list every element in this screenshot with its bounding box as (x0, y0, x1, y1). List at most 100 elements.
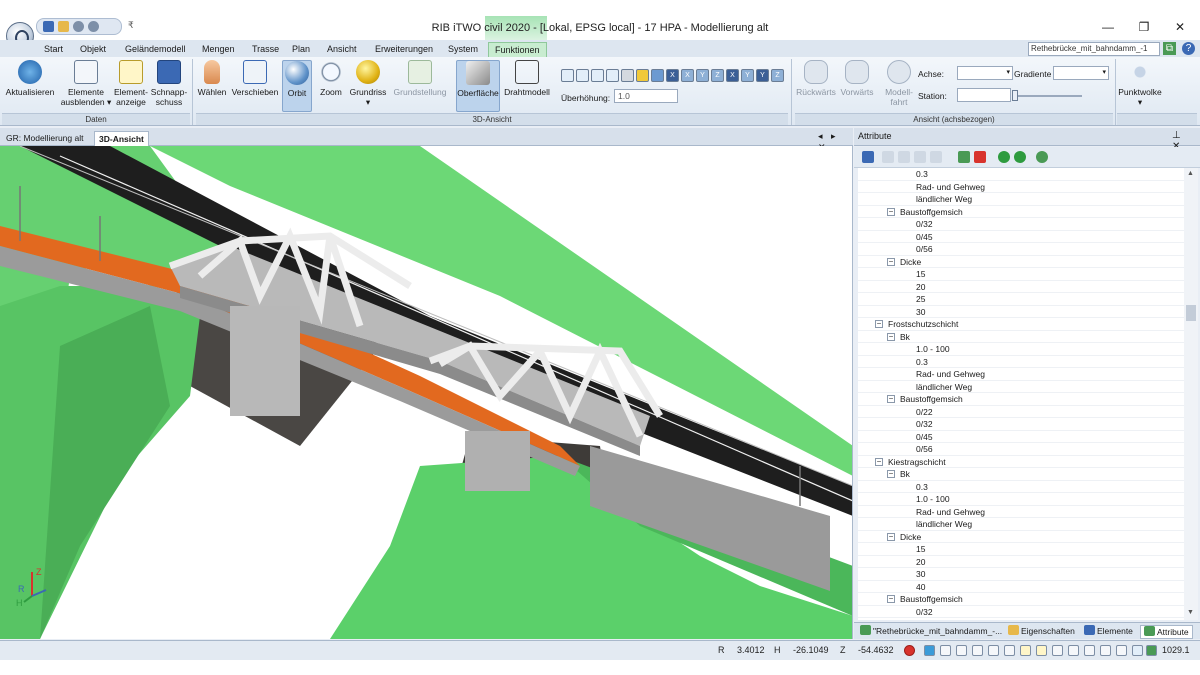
attribute-tree-row[interactable]: 0.3 (858, 356, 1184, 368)
attribute-tree-row[interactable]: 0/45 (858, 231, 1184, 243)
attribute-tree-row[interactable]: 20 (858, 556, 1184, 568)
attribute-tree-row[interactable]: Rad- und Gehweg (858, 368, 1184, 381)
tree-collapse-icon[interactable]: − (887, 332, 895, 341)
tree-collapse-icon[interactable]: − (887, 395, 895, 403)
attribute-tree-row[interactable]: − Kiestragschicht (858, 456, 1184, 468)
punktwolke-button[interactable]: Punktwolke ▾ (1117, 60, 1163, 107)
snap-perpendicular-icon[interactable] (1004, 645, 1015, 656)
refresh-icon[interactable] (1014, 151, 1026, 163)
tree-collapse-icon[interactable]: − (887, 595, 895, 603)
attribute-tree-row[interactable]: 0/45 (858, 431, 1184, 443)
texture-icon[interactable] (651, 69, 664, 82)
tree-collapse-icon[interactable]: − (875, 320, 883, 328)
zoom-scale-icon[interactable] (1146, 645, 1157, 656)
attribute-tree-row[interactable]: 25 (858, 293, 1184, 306)
view-x-back-icon[interactable]: X (726, 69, 739, 82)
snap-grid-icon[interactable] (924, 645, 935, 656)
achse-select[interactable]: ▾ (957, 66, 1013, 80)
layer-lock-icon[interactable] (1036, 645, 1047, 656)
window-arrange-icon[interactable]: ⧉ (1163, 42, 1176, 55)
add-attribute-icon[interactable] (882, 151, 894, 163)
waehlen-button[interactable]: Wählen (196, 60, 228, 97)
tree-collapse-icon[interactable]: − (887, 470, 895, 478)
attribute-tree-row[interactable]: − Bk (858, 468, 1184, 481)
zoom-all-icon[interactable] (606, 69, 619, 82)
attribute-scrollbar[interactable]: ▲ ▼ (1184, 168, 1198, 620)
attribute-tree-row[interactable]: 30 (858, 306, 1184, 318)
view-z-icon[interactable]: Z (711, 69, 724, 82)
shade-icon[interactable] (636, 69, 649, 82)
attribute-tree-row[interactable]: 0/32 (858, 606, 1184, 618)
view-negative-x-icon[interactable]: X (681, 69, 694, 82)
attribute-tree-row[interactable]: 0/56 (858, 243, 1184, 256)
polar-icon[interactable] (1068, 645, 1079, 656)
tree-collapse-icon[interactable]: − (875, 457, 883, 466)
attribute-tree-row[interactable]: ländlicher Weg (858, 381, 1184, 393)
attribute-tree-row[interactable]: − Frostschutzschicht (858, 318, 1184, 331)
layer-icon[interactable] (1020, 645, 1031, 656)
panel-tab-elemente[interactable]: Elemente (1084, 625, 1133, 639)
attribute-tree-row[interactable]: − Baustoffgemsich (858, 593, 1184, 606)
document-selector[interactable]: Rethebrücke_mit_bahndamm_-1 (1028, 42, 1160, 56)
attribute-tree-row[interactable]: 0.3 (858, 168, 1184, 181)
help-icon[interactable]: ? (1182, 42, 1195, 55)
verschieben-button[interactable]: Verschieben (230, 60, 280, 97)
tab-funktionen[interactable]: Funktionen (488, 42, 547, 57)
print-icon[interactable] (1132, 645, 1143, 656)
copy-attribute-icon[interactable] (930, 151, 942, 163)
add-child-icon[interactable] (898, 151, 910, 163)
elemente-ausblenden-button[interactable]: Elemente ausblenden ▾ (58, 60, 114, 107)
panel-tab-project[interactable]: "Rethebrücke_mit_bahndamm_-... (860, 625, 1002, 639)
tree-collapse-icon[interactable]: − (887, 207, 895, 216)
ueberhoehung-input[interactable]: 1.0 (614, 89, 678, 103)
attribute-tree-row[interactable]: 40 (858, 581, 1184, 593)
tree-collapse-icon[interactable]: − (887, 532, 895, 541)
panel-tab-eigenschaften[interactable]: Eigenschaften (1008, 625, 1075, 639)
attribute-tree-row[interactable]: 30 (858, 568, 1184, 581)
tab-ansicht[interactable]: Ansicht (327, 42, 357, 57)
attribute-tree-row[interactable]: 0.3 (858, 481, 1184, 493)
tab-start[interactable]: Start (44, 42, 63, 57)
aktualisieren-button[interactable]: Aktualisieren (4, 60, 56, 97)
attribute-tree-row[interactable]: 0/32 (858, 218, 1184, 231)
move-up-icon[interactable] (974, 151, 986, 163)
tab-mengen[interactable]: Mengen (202, 42, 235, 57)
attribute-tree-row[interactable]: 15 (858, 543, 1184, 556)
tab-erweiterungen[interactable]: Erweiterungen (375, 42, 433, 57)
scroll-down-icon[interactable]: ▼ (1187, 609, 1194, 616)
gradiente-select[interactable]: ▾ (1053, 66, 1109, 80)
station-slider-thumb[interactable] (1012, 90, 1018, 101)
grid-icon[interactable] (621, 69, 634, 82)
zoom-button[interactable]: Zoom (316, 60, 346, 97)
attribute-tree-row[interactable]: Rad- und Gehweg (858, 181, 1184, 193)
attribute-tree-row[interactable]: Rad- und Gehweg (858, 506, 1184, 518)
attribute-tree-row[interactable]: 0/56 (858, 443, 1184, 456)
attribute-tree-row[interactable]: − Dicke (858, 531, 1184, 543)
tab-trasse[interactable]: Trasse (252, 42, 279, 57)
check-icon[interactable] (998, 151, 1010, 163)
grundriss-button[interactable]: Grundriss ▾ (348, 60, 388, 107)
attribute-tree-row[interactable]: − Baustoffgemsich (858, 206, 1184, 218)
tab-3d-ansicht[interactable]: 3D-Ansicht (94, 131, 149, 146)
attribute-tree-row[interactable]: 1.0 - 100 (858, 343, 1184, 356)
schnappschuss-button[interactable]: Schnapp- schuss (150, 60, 188, 107)
view-z-top-icon[interactable]: Z (771, 69, 784, 82)
tracking-icon[interactable] (1100, 645, 1111, 656)
move-down-icon[interactable] (958, 151, 970, 163)
dimension-icon[interactable] (1116, 645, 1127, 656)
tab-grundriss-modellierung[interactable]: GR: Modellierung alt (2, 131, 87, 146)
tab-gelaendemodell[interactable]: Geländemodell (125, 42, 186, 57)
attribute-tree-row[interactable]: − Dicke (858, 256, 1184, 268)
attribute-tree-row[interactable]: − Bk (858, 331, 1184, 343)
attribute-tree-row[interactable]: 0/32 (858, 418, 1184, 431)
drahtmodell-button[interactable]: Drahtmodell (502, 60, 552, 97)
attribute-tree-row[interactable]: 20 (858, 281, 1184, 293)
snap-intersection-icon[interactable] (988, 645, 999, 656)
view-y-icon[interactable]: Y (696, 69, 709, 82)
attribute-tree-row[interactable]: − Baustoffgemsich (858, 393, 1184, 406)
save-attributes-icon[interactable] (862, 151, 874, 163)
stop-icon[interactable] (904, 645, 915, 656)
close-button[interactable]: ✕ (1168, 18, 1192, 36)
zoom-in-icon[interactable] (561, 69, 574, 82)
tab-objekt[interactable]: Objekt (80, 42, 106, 57)
